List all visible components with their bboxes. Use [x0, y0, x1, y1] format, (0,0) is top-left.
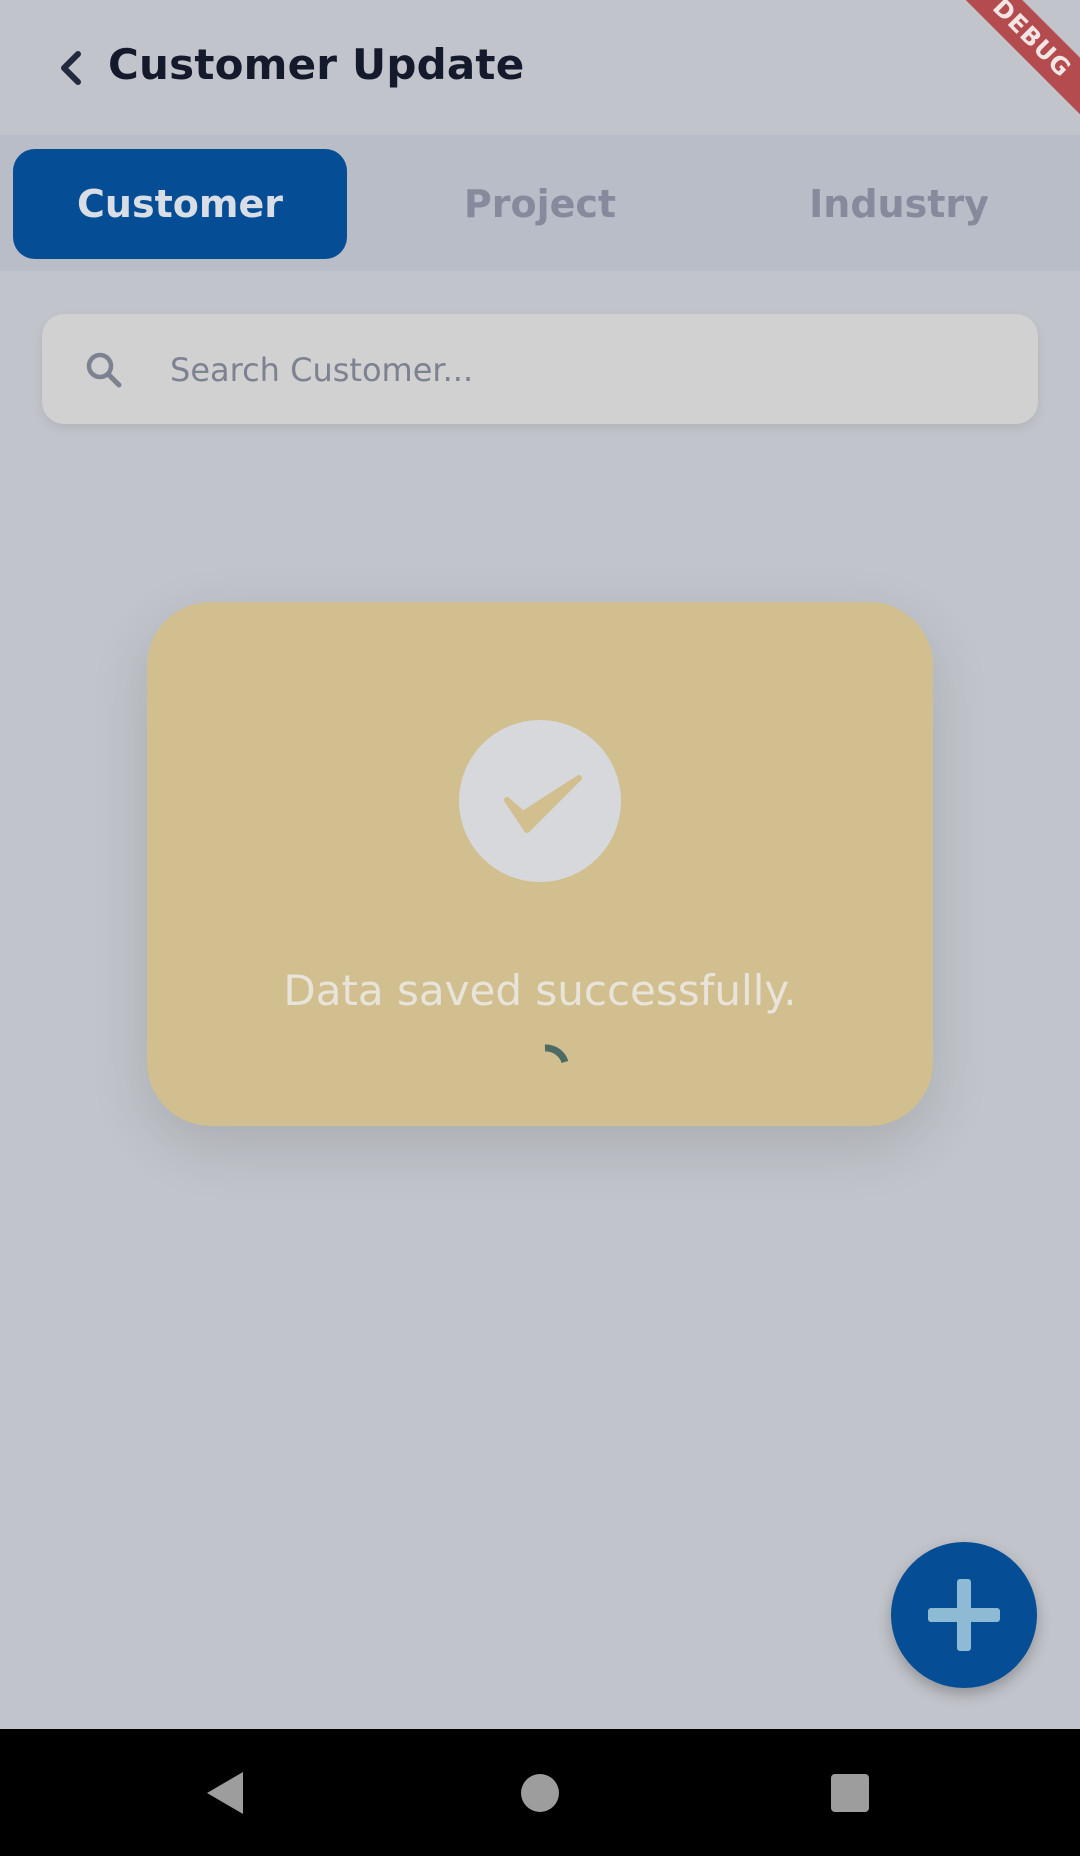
search-input[interactable] — [168, 314, 992, 426]
nav-back-icon — [207, 1772, 243, 1814]
nav-back-button[interactable] — [190, 1757, 262, 1829]
app-bar: Customer Update — [0, 0, 1080, 135]
nav-home-button[interactable] — [504, 1757, 576, 1829]
nav-recents-icon — [831, 1774, 869, 1812]
tab-industry[interactable]: Industry — [732, 149, 1066, 259]
search-bar — [42, 314, 1038, 426]
search-icon — [86, 352, 122, 388]
nav-home-icon — [521, 1774, 559, 1812]
success-dialog: Data saved successfully. — [147, 602, 933, 1126]
plus-icon — [928, 1579, 1000, 1651]
app-screen: Customer Update DEBUG Customer Project I… — [0, 0, 1080, 1729]
dialog-message: Data saved successfully. — [283, 966, 797, 1015]
system-nav-bar — [0, 1729, 1080, 1856]
loading-spinner-icon — [544, 1044, 569, 1064]
success-badge — [459, 720, 621, 882]
tab-project[interactable]: Project — [366, 149, 714, 259]
checkmark-icon — [504, 775, 582, 833]
nav-recents-button[interactable] — [814, 1757, 886, 1829]
back-button[interactable] — [50, 44, 90, 92]
add-button[interactable] — [891, 1542, 1037, 1688]
page-title: Customer Update — [108, 40, 525, 89]
tab-bar: Customer Project Industry — [0, 135, 1080, 271]
tab-customer[interactable]: Customer — [13, 149, 347, 259]
chevron-left-icon — [61, 51, 81, 85]
